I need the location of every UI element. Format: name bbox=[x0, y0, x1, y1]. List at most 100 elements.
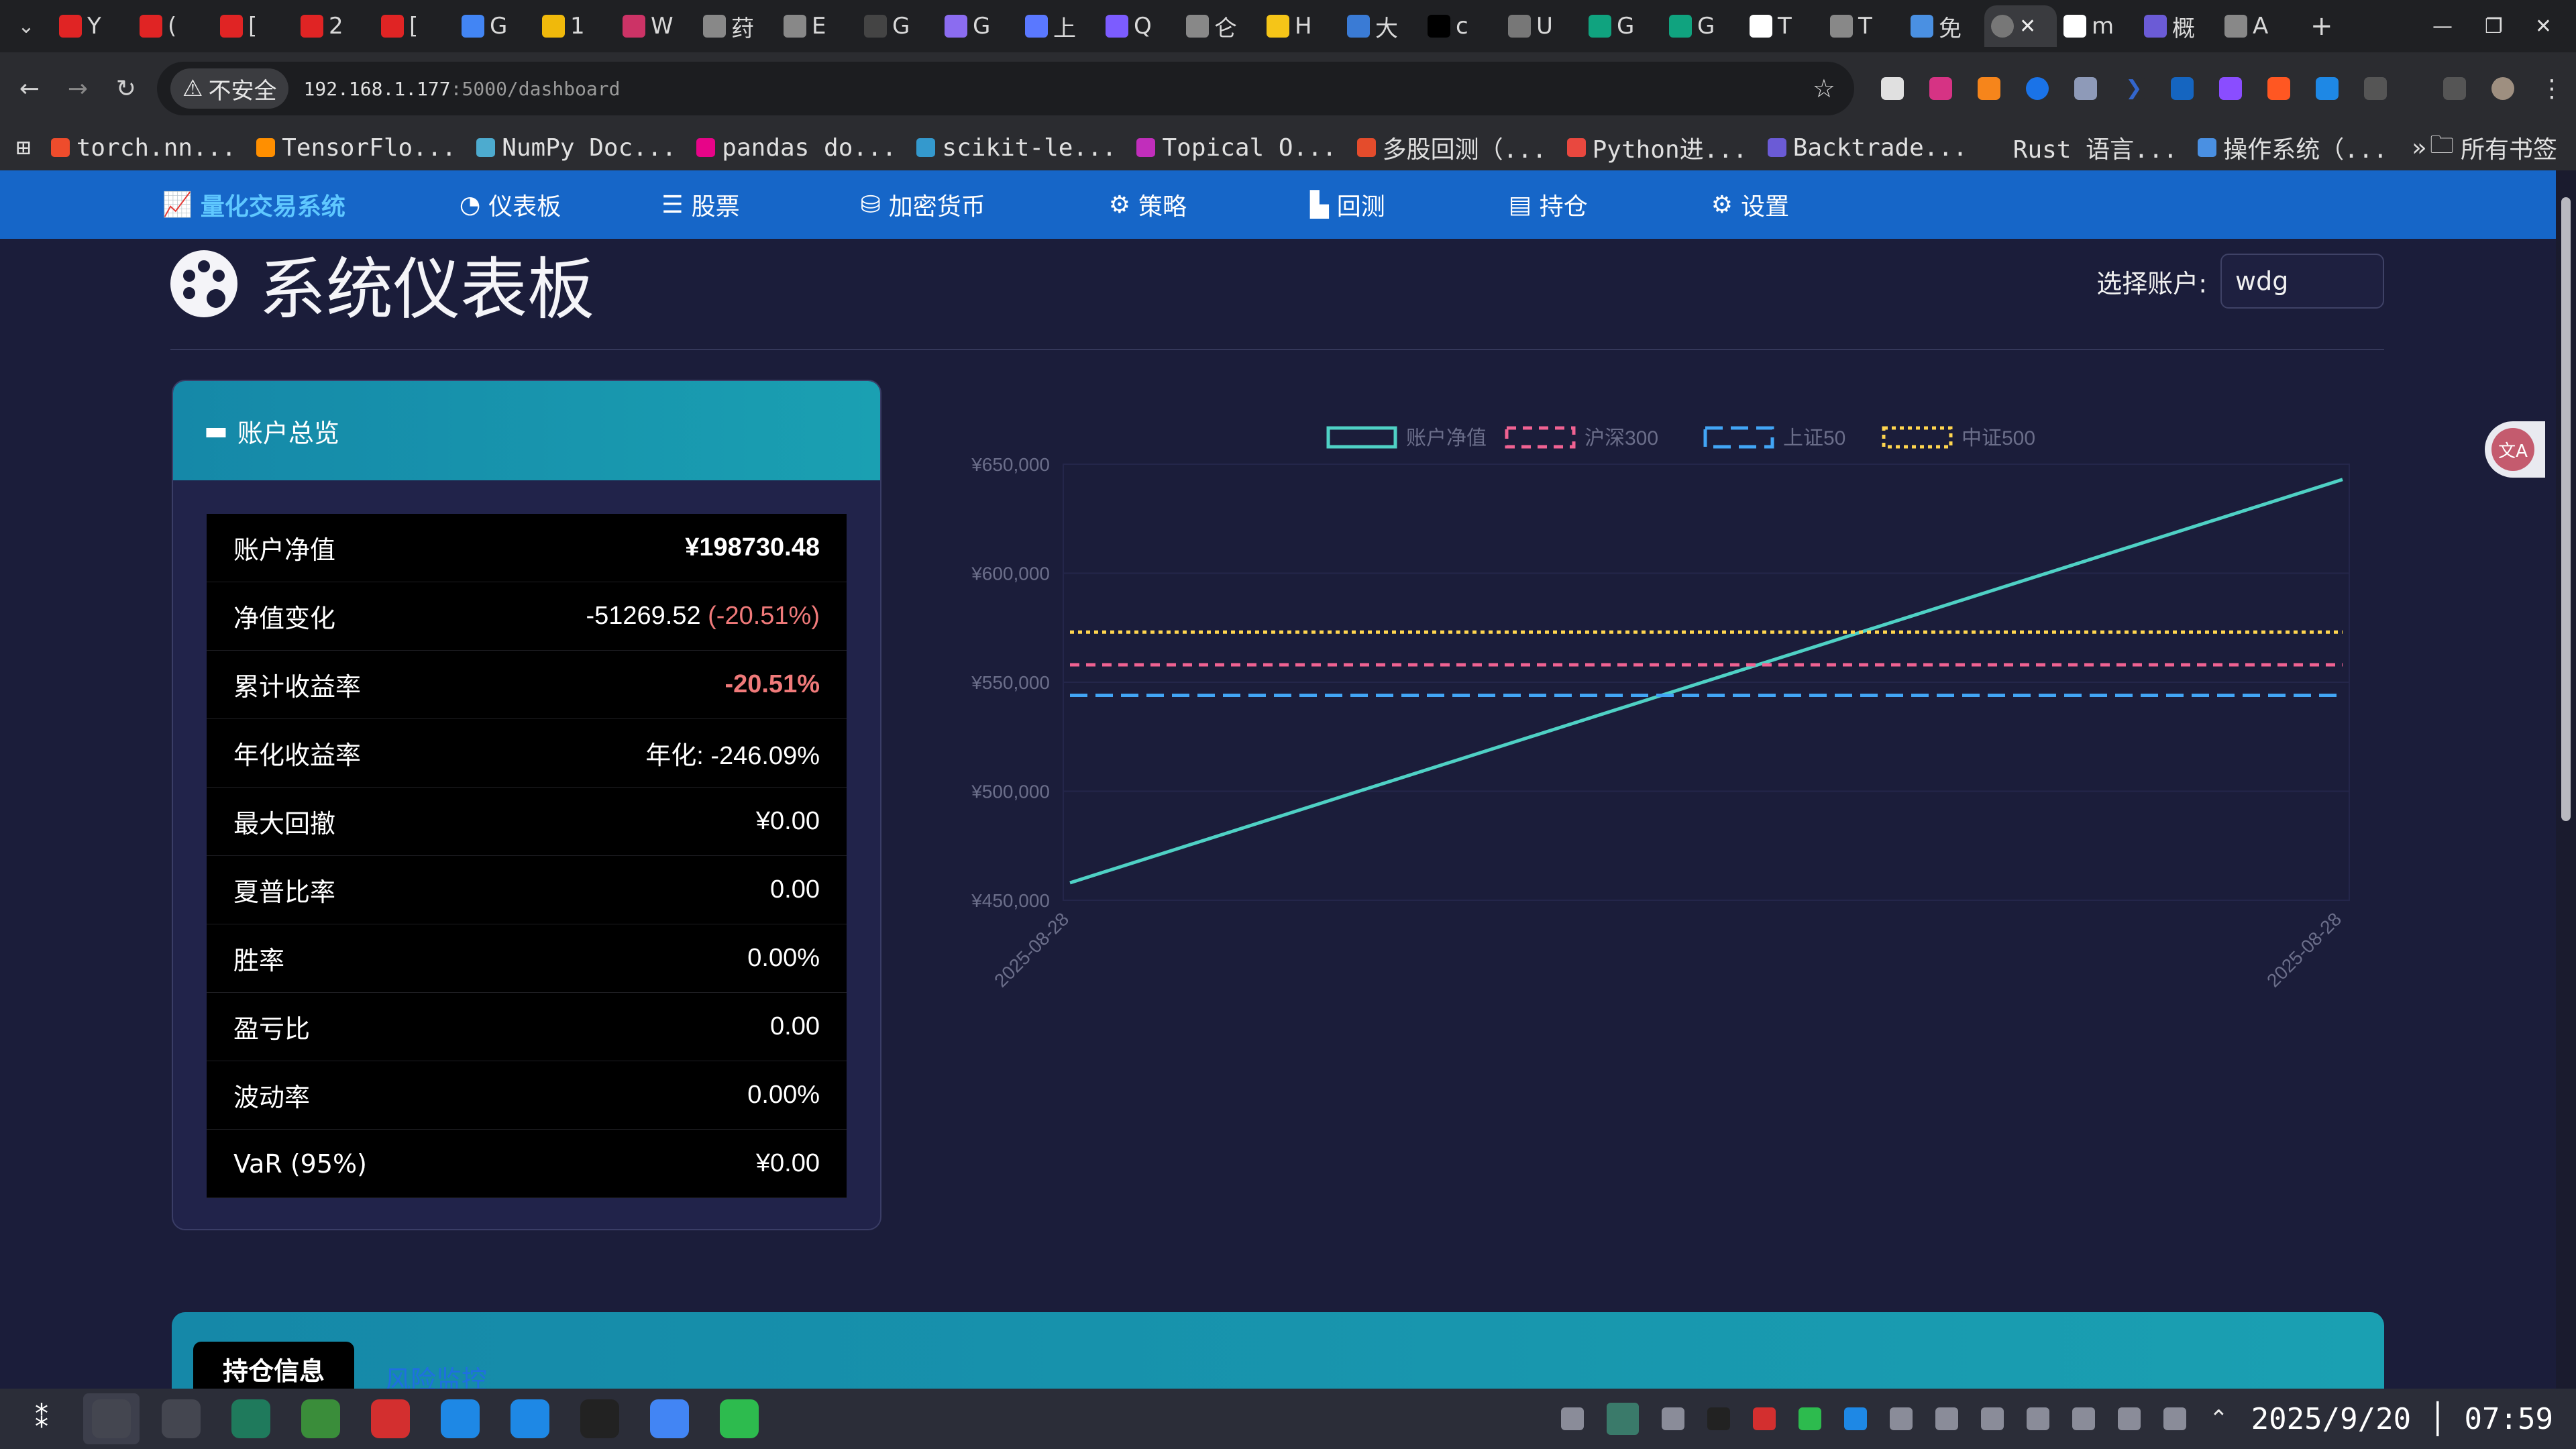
browser-tab-16[interactable]: 大 bbox=[1340, 5, 1421, 47]
download-icon[interactable] bbox=[2316, 77, 2339, 100]
browser-tab-active[interactable]: ✕ bbox=[1984, 5, 2057, 47]
bookmarks-overflow-icon[interactable]: » bbox=[2412, 134, 2426, 162]
bookmark-3[interactable]: pandas do... bbox=[696, 134, 896, 162]
minimize-icon[interactable]: — bbox=[2432, 15, 2453, 38]
taskbar-app-0[interactable] bbox=[83, 1393, 140, 1444]
tray-clipboard-icon[interactable] bbox=[1890, 1407, 1913, 1430]
reading-list-icon[interactable] bbox=[2443, 77, 2466, 100]
browser-tab-14[interactable]: 仑 bbox=[1179, 5, 1260, 47]
tray-rocket-icon[interactable] bbox=[2027, 1407, 2050, 1430]
tab-search-icon[interactable]: ⌄ bbox=[0, 15, 52, 38]
back-icon[interactable]: ← bbox=[5, 75, 54, 103]
close-tab-icon[interactable]: ✕ bbox=[2019, 15, 2036, 38]
browser-tab-0[interactable]: Y bbox=[52, 5, 133, 47]
browser-tab-7[interactable]: W bbox=[616, 5, 696, 47]
taskbar-app-1[interactable] bbox=[153, 1393, 209, 1444]
browser-tab-trailing-2[interactable]: A bbox=[2218, 5, 2298, 47]
tray-download-icon[interactable] bbox=[1844, 1407, 1868, 1430]
metamask-icon[interactable] bbox=[1978, 77, 2000, 100]
bookmark-1[interactable]: TensorFlo... bbox=[256, 134, 456, 162]
browser-tab-trailing-0[interactable]: m bbox=[2057, 5, 2137, 47]
extension-pink-icon[interactable] bbox=[1929, 77, 1952, 100]
tray-qq-icon[interactable] bbox=[1707, 1407, 1731, 1430]
browser-tab-10[interactable]: G bbox=[857, 5, 938, 47]
bookmark-0[interactable]: torch.nn... bbox=[50, 134, 236, 162]
taskbar-app-2[interactable] bbox=[223, 1393, 279, 1444]
nav-crypto[interactable]: ⛁ 加密货币 bbox=[861, 187, 985, 222]
browser-tab-22[interactable]: T bbox=[1823, 5, 1904, 47]
extension-chevron-icon[interactable]: ❯ bbox=[2123, 77, 2145, 100]
site-info-button[interactable]: ⚠ 不安全 bbox=[170, 68, 289, 109]
nav-dashboard[interactable]: ◔ 仪表板 bbox=[460, 187, 561, 222]
browser-tab-21[interactable]: T bbox=[1743, 5, 1823, 47]
bookmark-8[interactable]: Backtrade... bbox=[1767, 134, 1968, 162]
tab-holdings[interactable]: 持仓信息 bbox=[193, 1342, 354, 1395]
tray-expand-icon[interactable]: ⌃ bbox=[2209, 1405, 2229, 1432]
extension-purple-icon[interactable] bbox=[2219, 77, 2242, 100]
brand-link[interactable]: 📈 量化交易系统 bbox=[162, 187, 345, 222]
extension-orange-icon[interactable] bbox=[2267, 77, 2290, 100]
browser-tab-19[interactable]: G bbox=[1582, 5, 1662, 47]
browser-tab-4[interactable]: [ bbox=[374, 5, 455, 47]
tray-network-icon[interactable] bbox=[2118, 1407, 2141, 1430]
nav-holdings[interactable]: ▤ 持仓 bbox=[1509, 187, 1588, 222]
browser-tab-1[interactable]: ( bbox=[133, 5, 213, 47]
taskbar-app-3[interactable] bbox=[292, 1393, 349, 1444]
launcher-icon[interactable]: ⁑ bbox=[13, 1393, 70, 1444]
tray-media-icon[interactable] bbox=[1935, 1407, 1959, 1430]
browser-tab-5[interactable]: G bbox=[455, 5, 535, 47]
taskbar-app-7[interactable] bbox=[572, 1393, 628, 1444]
taskbar-app-9[interactable] bbox=[711, 1393, 767, 1444]
close-window-icon[interactable]: ✕ bbox=[2535, 15, 2552, 38]
browser-tab-6[interactable]: 1 bbox=[535, 5, 616, 47]
bookmark-10[interactable]: 操作系统（... bbox=[2198, 130, 2387, 165]
tray-keyboard-icon[interactable] bbox=[1981, 1407, 2004, 1430]
taskbar-app-6[interactable] bbox=[502, 1393, 558, 1444]
extension-doc-icon[interactable] bbox=[1881, 77, 1904, 100]
browser-tab-23[interactable]: 免 bbox=[1904, 5, 1984, 47]
extensions-puzzle-icon[interactable] bbox=[2364, 77, 2387, 100]
browser-tab-17[interactable]: c bbox=[1421, 5, 1501, 47]
tray-volume-icon[interactable] bbox=[2163, 1407, 2187, 1430]
address-bar[interactable]: ⚠ 不安全 192.168.1.177:5000/dashboard ☆ bbox=[157, 62, 1854, 115]
account-select[interactable]: wdg bbox=[2220, 254, 2384, 309]
browser-tab-3[interactable]: 2 bbox=[294, 5, 374, 47]
bookmark-9[interactable]: Rust 语言... bbox=[1987, 130, 2178, 165]
bookmark-4[interactable]: scikit-le... bbox=[916, 134, 1116, 162]
taskbar-app-4[interactable] bbox=[362, 1393, 419, 1444]
browser-tab-8[interactable]: 荮 bbox=[696, 5, 777, 47]
extension-blue-circle-icon[interactable] bbox=[2026, 77, 2049, 100]
all-bookmarks-button[interactable]: 🗀 所有书签 bbox=[2430, 127, 2557, 168]
extension-tp-icon[interactable] bbox=[2171, 77, 2194, 100]
apps-grid-icon[interactable]: ⊞ bbox=[16, 134, 31, 162]
browser-tab-15[interactable]: H bbox=[1260, 5, 1340, 47]
new-tab-button[interactable]: + bbox=[2310, 11, 2333, 42]
tray-preview-icon[interactable] bbox=[1607, 1403, 1640, 1435]
browser-tab-20[interactable]: G bbox=[1662, 5, 1743, 47]
reload-icon[interactable]: ↻ bbox=[102, 75, 150, 103]
browser-tab-9[interactable]: E bbox=[777, 5, 857, 47]
taskbar-app-5[interactable] bbox=[432, 1393, 488, 1444]
more-menu-icon[interactable]: ⋮ bbox=[2540, 75, 2564, 103]
nav-backtest[interactable]: ▙ 回测 bbox=[1310, 187, 1385, 222]
page-scrollbar[interactable] bbox=[2556, 170, 2576, 1389]
restore-icon[interactable]: ❐ bbox=[2485, 15, 2503, 38]
nav-strategy[interactable]: ⚙ 策略 bbox=[1109, 187, 1187, 222]
tray-wechat-icon[interactable] bbox=[1799, 1407, 1822, 1430]
extension-gray-icon[interactable] bbox=[2074, 77, 2097, 100]
scrollbar-thumb[interactable] bbox=[2561, 197, 2571, 821]
bookmark-6[interactable]: 多股回测（... bbox=[1356, 130, 1547, 165]
tray-brightness-icon[interactable] bbox=[2072, 1407, 2096, 1430]
nav-settings[interactable]: ⚙ 设置 bbox=[1711, 187, 1789, 222]
bookmark-2[interactable]: NumPy Doc... bbox=[476, 134, 676, 162]
translate-bubble[interactable]: 文A bbox=[2485, 421, 2545, 478]
taskbar-app-8[interactable] bbox=[641, 1393, 698, 1444]
nav-stocks[interactable]: ☰ 股票 bbox=[661, 187, 739, 222]
url-text[interactable]: 192.168.1.177:5000/dashboard bbox=[303, 78, 620, 100]
browser-tab-18[interactable]: U bbox=[1501, 5, 1582, 47]
tray-bell-icon[interactable] bbox=[1662, 1407, 1685, 1430]
clock[interactable]: 2025/9/20 │ 07:59 bbox=[2251, 1402, 2553, 1436]
forward-icon[interactable]: → bbox=[54, 75, 102, 103]
profile-avatar[interactable] bbox=[2491, 77, 2514, 100]
browser-tab-12[interactable]: 上 bbox=[1018, 5, 1099, 47]
